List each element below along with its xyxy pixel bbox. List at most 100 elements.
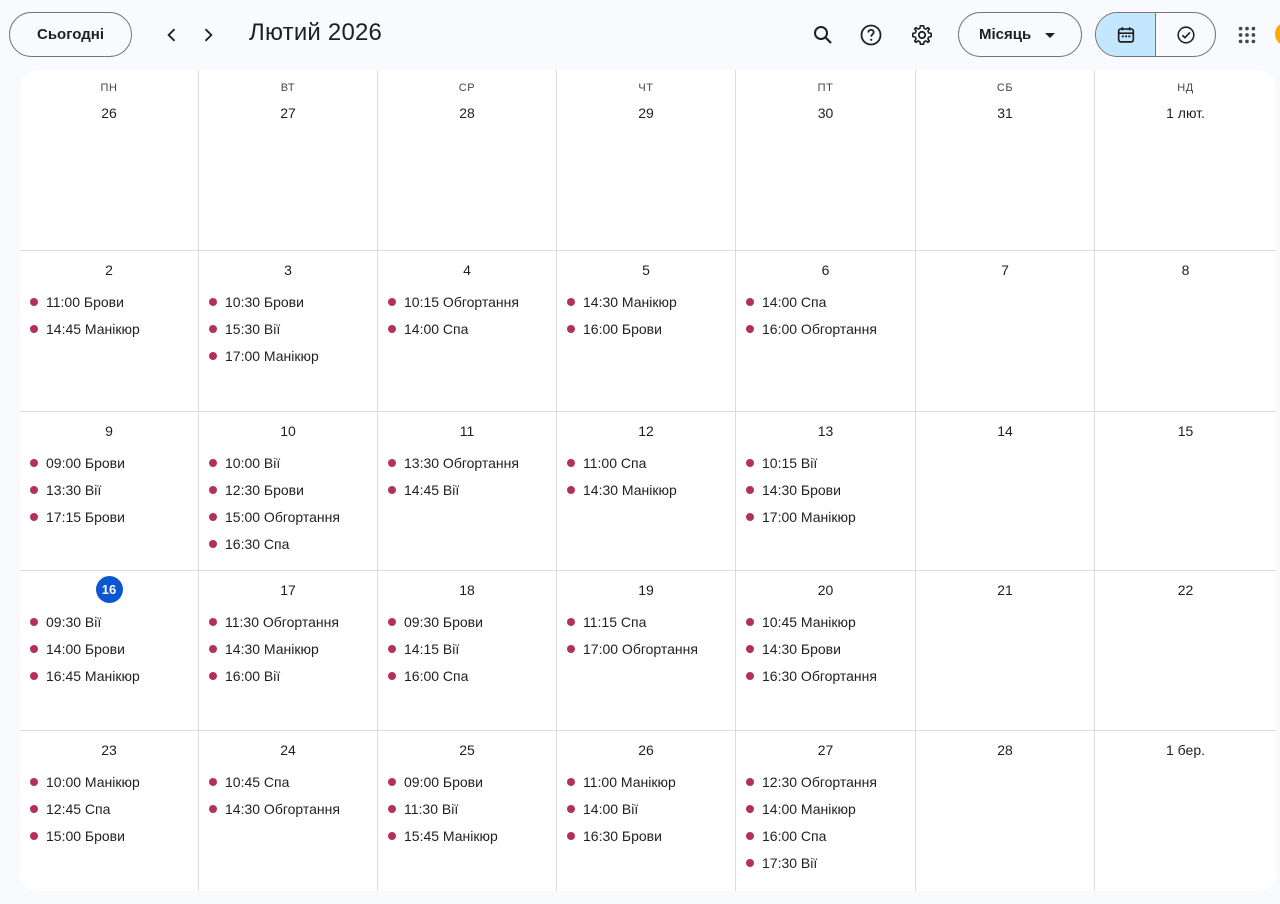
event-chip[interactable]: 14:00 Брови xyxy=(30,635,194,662)
day-cell[interactable]: ЧТ 29 xyxy=(557,70,736,251)
day-cell[interactable]: 16 09:30 Вії 14:00 Брови 16:45 Манікюр xyxy=(20,571,199,731)
day-cell[interactable]: 22 xyxy=(1095,571,1276,731)
event-chip[interactable]: 12:45 Спа xyxy=(30,795,194,822)
day-number[interactable]: 22 xyxy=(1178,582,1194,598)
day-number[interactable]: 3 xyxy=(284,262,292,278)
event-chip[interactable]: 17:15 Брови xyxy=(30,503,194,530)
day-cell[interactable]: 7 xyxy=(916,251,1095,412)
day-cell[interactable]: ПН 26 xyxy=(20,70,199,251)
day-cell[interactable]: 5 14:30 Манікюр 16:00 Брови xyxy=(557,251,736,412)
day-cell[interactable]: ПТ 30 xyxy=(736,70,916,251)
event-chip[interactable]: 11:30 Обгортання xyxy=(209,608,373,635)
day-number[interactable]: 28 xyxy=(997,742,1013,758)
event-chip[interactable]: 10:15 Обгортання xyxy=(388,288,552,315)
day-cell[interactable]: 1 бер. xyxy=(1095,731,1276,891)
day-number[interactable]: 6 xyxy=(822,262,830,278)
event-chip[interactable]: 09:30 Вії xyxy=(30,608,194,635)
event-chip[interactable]: 10:00 Вії xyxy=(209,449,373,476)
event-chip[interactable]: 15:00 Брови xyxy=(30,822,194,849)
event-chip[interactable]: 14:45 Манікюр xyxy=(30,315,194,342)
settings-button[interactable] xyxy=(905,18,939,52)
day-cell[interactable]: 28 xyxy=(916,731,1095,891)
day-number[interactable]: 27 xyxy=(818,742,834,758)
event-chip[interactable]: 14:30 Брови xyxy=(746,635,911,662)
event-chip[interactable]: 14:30 Брови xyxy=(746,476,911,503)
day-number[interactable]: 7 xyxy=(1001,262,1009,278)
event-chip[interactable]: 10:45 Манікюр xyxy=(746,608,911,635)
event-chip[interactable]: 16:00 Спа xyxy=(388,662,552,689)
day-cell[interactable]: 26 11:00 Манікюр 14:00 Вії 16:30 Брови xyxy=(557,731,736,891)
day-cell[interactable]: НД 1 лют. xyxy=(1095,70,1276,251)
day-number[interactable]: 26 xyxy=(101,105,117,121)
avatar[interactable] xyxy=(1275,22,1280,46)
day-cell[interactable]: 21 xyxy=(916,571,1095,731)
event-chip[interactable]: 11:15 Спа xyxy=(567,608,731,635)
day-number[interactable]: 1 лют. xyxy=(1166,105,1205,121)
event-chip[interactable]: 16:30 Спа xyxy=(209,530,373,557)
day-cell[interactable]: 18 09:30 Брови 14:15 Вії 16:00 Спа xyxy=(378,571,557,731)
event-chip[interactable]: 16:00 Брови xyxy=(567,315,731,342)
event-chip[interactable]: 15:45 Манікюр xyxy=(388,822,552,849)
today-button[interactable]: Сьогодні xyxy=(9,12,132,57)
day-number[interactable]: 18 xyxy=(459,582,475,598)
day-cell[interactable]: ВТ 27 xyxy=(199,70,378,251)
day-number[interactable]: 11 xyxy=(460,423,475,439)
apps-button[interactable] xyxy=(1232,20,1262,50)
event-chip[interactable]: 15:00 Обгортання xyxy=(209,503,373,530)
event-chip[interactable]: 17:00 Манікюр xyxy=(746,503,911,530)
day-number[interactable]: 28 xyxy=(459,105,475,121)
event-chip[interactable]: 14:30 Манікюр xyxy=(567,476,731,503)
event-chip[interactable]: 16:45 Манікюр xyxy=(30,662,194,689)
event-chip[interactable]: 11:30 Вії xyxy=(388,795,552,822)
day-number[interactable]: 25 xyxy=(459,742,475,758)
event-chip[interactable]: 14:15 Вії xyxy=(388,635,552,662)
day-number[interactable]: 30 xyxy=(818,105,834,121)
day-number[interactable]: 19 xyxy=(638,582,654,598)
event-chip[interactable]: 16:30 Обгортання xyxy=(746,662,911,689)
event-chip[interactable]: 13:30 Вії xyxy=(30,476,194,503)
day-number[interactable]: 9 xyxy=(105,423,113,439)
event-chip[interactable]: 16:30 Брови xyxy=(567,822,731,849)
event-chip[interactable]: 14:45 Вії xyxy=(388,476,552,503)
prev-month-button[interactable] xyxy=(157,20,187,50)
day-number[interactable]: 31 xyxy=(997,105,1013,121)
event-chip[interactable]: 10:30 Брови xyxy=(209,288,373,315)
day-cell[interactable]: 2 11:00 Брови 14:45 Манікюр xyxy=(20,251,199,412)
day-cell[interactable]: 11 13:30 Обгортання 14:45 Вії xyxy=(378,412,557,571)
day-cell[interactable]: 25 09:00 Брови 11:30 Вії 15:45 Манікюр xyxy=(378,731,557,891)
event-chip[interactable]: 10:00 Манікюр xyxy=(30,768,194,795)
day-number[interactable]: 5 xyxy=(642,262,650,278)
event-chip[interactable]: 16:00 Обгортання xyxy=(746,315,911,342)
day-cell[interactable]: 14 xyxy=(916,412,1095,571)
view-selector[interactable]: Місяць xyxy=(958,12,1082,57)
calendar-view-button[interactable] xyxy=(1096,13,1156,56)
event-chip[interactable]: 09:00 Брови xyxy=(388,768,552,795)
event-chip[interactable]: 14:00 Спа xyxy=(746,288,911,315)
day-cell[interactable]: 8 xyxy=(1095,251,1276,412)
event-chip[interactable]: 09:00 Брови xyxy=(30,449,194,476)
event-chip[interactable]: 17:00 Обгортання xyxy=(567,635,731,662)
day-number[interactable]: 23 xyxy=(101,742,117,758)
day-cell[interactable]: 19 11:15 Спа 17:00 Обгортання xyxy=(557,571,736,731)
event-chip[interactable]: 10:15 Вії xyxy=(746,449,911,476)
day-number[interactable]: 27 xyxy=(280,105,296,121)
day-cell[interactable]: 15 xyxy=(1095,412,1276,571)
day-cell[interactable]: 6 14:00 Спа 16:00 Обгортання xyxy=(736,251,916,412)
event-chip[interactable]: 15:30 Вії xyxy=(209,315,373,342)
day-number[interactable]: 29 xyxy=(638,105,654,121)
today-date-badge[interactable]: 16 xyxy=(95,576,123,603)
day-number[interactable]: 10 xyxy=(280,423,296,439)
event-chip[interactable]: 12:30 Брови xyxy=(209,476,373,503)
day-number[interactable]: 8 xyxy=(1182,262,1190,278)
event-chip[interactable]: 12:30 Обгортання xyxy=(746,768,911,795)
event-chip[interactable]: 17:30 Вії xyxy=(746,849,911,876)
day-cell[interactable]: СР 28 xyxy=(378,70,557,251)
day-cell[interactable]: 12 11:00 Спа 14:30 Манікюр xyxy=(557,412,736,571)
day-number[interactable]: 2 xyxy=(105,262,113,278)
day-number[interactable]: 4 xyxy=(463,262,471,278)
event-chip[interactable]: 14:00 Вії xyxy=(567,795,731,822)
day-cell[interactable]: 24 10:45 Спа 14:30 Обгортання xyxy=(199,731,378,891)
search-button[interactable] xyxy=(806,18,840,52)
day-cell[interactable]: 10 10:00 Вії 12:30 Брови 15:00 Обгортання 16… xyxy=(199,412,378,571)
day-number[interactable]: 17 xyxy=(280,582,296,598)
